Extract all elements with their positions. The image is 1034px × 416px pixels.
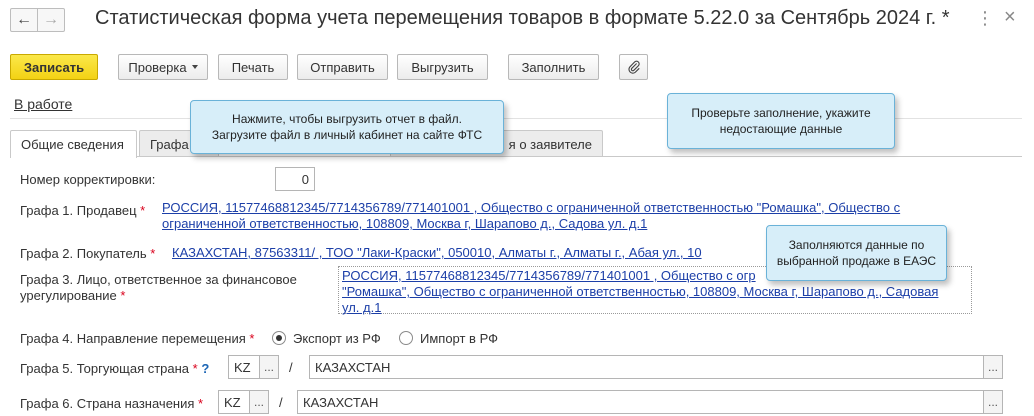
send-button[interactable]: Отправить <box>297 54 388 80</box>
callout-export: Нажмите, чтобы выгрузить отчет в файл. З… <box>190 100 504 154</box>
save-button[interactable]: Записать <box>10 54 98 80</box>
back-button[interactable]: ← <box>10 8 38 32</box>
trade-country-code-select-button[interactable]: ... <box>259 355 279 379</box>
correction-label: Номер корректировки: <box>20 172 156 187</box>
chevron-down-icon <box>191 65 198 69</box>
trade-country-label: Графа 5. Торгующая страна * ? <box>20 361 210 376</box>
correction-input[interactable]: 0 <box>275 167 315 191</box>
export-button[interactable]: Выгрузить <box>397 54 488 80</box>
radio-import[interactable] <box>399 331 413 345</box>
tab-general[interactable]: Общие сведения <box>10 130 137 158</box>
radio-export[interactable] <box>272 331 286 345</box>
help-icon: ? <box>201 361 210 376</box>
fill-button[interactable]: Заполнить <box>508 54 599 80</box>
radio-export-label[interactable]: Экспорт из РФ <box>293 331 381 346</box>
callout-check: Проверьте заполнение, укажите недостающи… <box>667 93 895 149</box>
dest-country-code-select-button[interactable]: ... <box>249 390 269 414</box>
seller-label: Графа 1. Продавец * <box>20 203 146 218</box>
callout-buyer: Заполняются данные по выбранной продаже … <box>766 225 947 281</box>
buyer-link[interactable]: КАЗАХСТАН, 87563311/ , ТОО "Лаки-Краски"… <box>172 245 702 261</box>
paperclip-icon <box>627 60 640 74</box>
forward-button[interactable]: → <box>37 8 65 32</box>
dest-country-name-input[interactable]: КАЗАХСТАН <box>297 390 984 414</box>
trade-country-name-select-button[interactable]: ... <box>983 355 1003 379</box>
separator: / <box>289 360 293 375</box>
trade-country-code-input[interactable]: KZ <box>228 355 260 379</box>
attach-button[interactable] <box>619 54 648 80</box>
check-dropdown-button[interactable]: Проверка <box>118 54 208 80</box>
toolbar: Записать Проверка Печать Отправить Выгру… <box>0 54 1034 84</box>
responsible-label: Графа 3. Лицо, ответственное за финансов… <box>20 272 297 303</box>
dest-country-name-select-button[interactable]: ... <box>983 390 1003 414</box>
separator: / <box>279 395 283 410</box>
title-bar: ← → Статистическая форма учета перемещен… <box>0 0 1034 40</box>
page-title: Статистическая форма учета перемещения т… <box>95 7 950 29</box>
arrow-left-icon: ← <box>16 11 32 28</box>
buyer-label: Графа 2. Покупатель * <box>20 246 156 261</box>
print-button[interactable]: Печать <box>218 54 288 80</box>
dest-country-label: Графа 6. Страна назначения * <box>20 396 204 411</box>
direction-label: Графа 4. Направление перемещения * <box>20 331 255 346</box>
radio-import-label[interactable]: Импорт в РФ <box>420 331 498 346</box>
dest-country-code-input[interactable]: KZ <box>218 390 250 414</box>
trade-country-name-input[interactable]: КАЗАХСТАН <box>309 355 984 379</box>
more-icon[interactable]: ⋮ <box>976 8 994 29</box>
tabs-divider <box>10 156 1022 157</box>
close-icon[interactable]: × <box>1004 6 1016 29</box>
arrow-right-icon: → <box>43 11 59 28</box>
status-link[interactable]: В работе <box>14 96 72 112</box>
